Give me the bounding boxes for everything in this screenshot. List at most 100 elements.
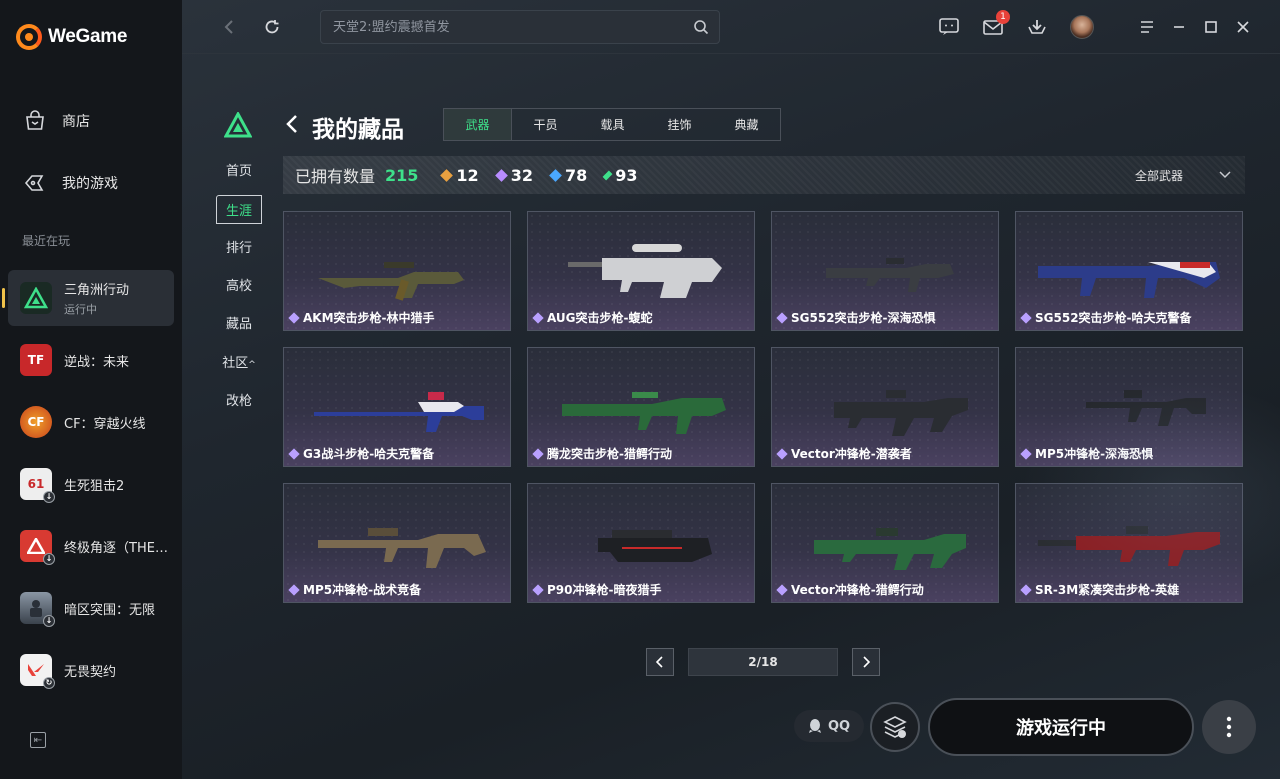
weapon-card[interactable]: P90冲锋枪-暗夜猎手 <box>527 483 755 603</box>
subnav-community[interactable]: 社区^ <box>216 352 262 371</box>
rarity-icon <box>288 311 300 324</box>
stat-value: 93 <box>615 165 638 185</box>
weapon-card[interactable]: Vector冲锋枪-潜袭者 <box>771 347 999 467</box>
rifle-image <box>1038 526 1220 566</box>
crossfire-icon: CF <box>20 406 52 438</box>
weapon-name: SG552突击步枪-深海恐惧 <box>776 309 936 326</box>
rarity-icon <box>776 447 788 460</box>
nav-my-games[interactable]: 我的游戏 <box>22 170 118 196</box>
stat-value: 32 <box>510 165 533 185</box>
weapon-card[interactable]: Vector冲锋枪-猎鳄行动 <box>771 483 999 603</box>
weapon-filter-dropdown[interactable]: 全部武器 <box>1135 156 1231 194</box>
delta-force-icon <box>20 282 52 314</box>
game-name: 逆战：未来 <box>64 354 130 370</box>
recent-game-shengsi[interactable]: 61 ↓ 生死狙击2 <box>8 456 174 512</box>
weapon-card[interactable]: AKM突击步枪-林中猎手 <box>283 211 511 331</box>
weapon-name-text: SR-3M紧凑突击步枪-英雄 <box>1035 583 1180 597</box>
wegame-logo[interactable]: WeGame <box>16 24 127 50</box>
recent-game-delta-force[interactable]: 三角洲行动 运行中 <box>2 270 174 326</box>
top-bar: 1 <box>182 0 1280 54</box>
mail-icon[interactable]: 1 <box>980 10 1010 40</box>
weapon-card[interactable]: SG552突击步枪-哈夫克警备 <box>1015 211 1243 331</box>
weapon-name-text: MP5冲锋枪-深海恐惧 <box>1035 447 1154 461</box>
maximize-icon[interactable] <box>1198 14 1224 40</box>
game-name: 无畏契约 <box>64 664 117 680</box>
weapon-card[interactable]: G3战斗步枪-哈夫克警备 <box>283 347 511 467</box>
search-input[interactable] <box>333 19 683 35</box>
tab-charms[interactable]: 挂饰 <box>646 109 713 140</box>
recent-game-valorant[interactable]: ↻ 无畏契约 <box>8 642 174 698</box>
tab-collection[interactable]: 典藏 <box>713 109 780 140</box>
wegame-logo-icon <box>16 24 42 50</box>
weapon-card[interactable]: MP5冲锋枪-战术竞备 <box>283 483 511 603</box>
subnav-college[interactable]: 高校 <box>216 275 262 294</box>
owned-label: 已拥有数量 <box>295 167 376 186</box>
qq-label: QQ <box>827 718 851 734</box>
game-name: 暗区突围：无限 <box>64 602 156 618</box>
weapon-card[interactable]: 腾龙突击步枪-猎鳄行动 <box>527 347 755 467</box>
weapon-name-text: Vector冲锋枪-猎鳄行动 <box>791 583 924 597</box>
filter-label: 全部武器 <box>1134 168 1183 183</box>
prev-page-button[interactable] <box>646 648 674 676</box>
user-avatar[interactable] <box>1070 15 1094 39</box>
weapon-name-text: AUG突击步枪-蝮蛇 <box>547 311 653 325</box>
game-name: 三角洲行动 <box>64 283 130 298</box>
category-tabs: 武器 干员 载具 挂饰 典藏 <box>443 108 781 141</box>
chat-icon[interactable] <box>936 14 962 40</box>
subnav-home[interactable]: 首页 <box>216 160 262 179</box>
close-icon[interactable] <box>1230 14 1256 40</box>
game-status: 运行中 <box>64 303 97 316</box>
subnav-career[interactable]: 生涯 <box>216 195 262 224</box>
game-running-button[interactable]: 游戏运行中 <box>928 698 1194 756</box>
pagination: 2/18 <box>646 648 880 676</box>
rarity-icon <box>532 311 544 324</box>
collapse-sidebar-icon[interactable]: ⇤ <box>30 732 46 748</box>
recent-game-nizhan[interactable]: TF 逆战：未来 <box>8 332 174 388</box>
smg-image <box>318 528 486 568</box>
arena-breakout-icon: ↓ <box>20 592 55 627</box>
back-chevron-icon[interactable] <box>286 114 298 140</box>
search-box[interactable] <box>320 10 720 44</box>
weapon-name: G3战斗步枪-哈夫克警备 <box>288 445 434 462</box>
search-icon[interactable] <box>693 19 709 39</box>
menu-icon[interactable] <box>1134 14 1160 40</box>
weapon-card[interactable]: SR-3M紧凑突击步枪-英雄 <box>1015 483 1243 603</box>
weapon-card[interactable]: AUG突击步枪-蝮蛇 <box>527 211 755 331</box>
next-page-button[interactable] <box>852 648 880 676</box>
layers-button[interactable] <box>870 702 920 752</box>
stat-green: 93 <box>602 165 638 185</box>
weapon-name: SR-3M紧凑突击步枪-英雄 <box>1020 581 1180 598</box>
tab-operators[interactable]: 干员 <box>512 109 579 140</box>
weapon-card[interactable]: SG552突击步枪-深海恐惧 <box>771 211 999 331</box>
tab-weapons[interactable]: 武器 <box>444 109 512 140</box>
download-icon: ↓ <box>43 553 55 565</box>
recent-game-arena-breakout[interactable]: ↓ 暗区突围：无限 <box>8 580 174 636</box>
stats-bar: 已拥有数量 215 12 32 78 93 全部武器 <box>283 156 1245 194</box>
weapon-name: AKM突击步枪-林中猎手 <box>288 309 435 326</box>
minimize-icon[interactable] <box>1166 14 1192 40</box>
weapon-card[interactable]: MP5冲锋枪-深海恐惧 <box>1015 347 1243 467</box>
tab-vehicles[interactable]: 载具 <box>579 109 646 140</box>
subnav-gunsmith[interactable]: 改枪 <box>216 390 262 409</box>
subnav-collection[interactable]: 藏品 <box>216 313 262 332</box>
qq-button[interactable]: QQ <box>794 710 864 742</box>
rifle-image <box>318 262 464 301</box>
owned-total: 215 <box>385 165 419 185</box>
weapon-name: P90冲锋枪-暗夜猎手 <box>532 581 661 598</box>
weapon-name-text: Vector冲锋枪-潜袭者 <box>791 447 912 461</box>
back-arrow-icon[interactable] <box>216 14 242 40</box>
nav-store[interactable]: 商店 <box>22 108 90 134</box>
shengsi-icon: 61 ↓ <box>20 468 55 503</box>
recent-game-crossfire[interactable]: CF CF：穿越火线 <box>8 394 174 450</box>
more-options-icon[interactable] <box>1202 700 1256 754</box>
rifle-image <box>314 392 484 432</box>
download-manager-icon[interactable] <box>1024 14 1050 40</box>
recent-game-the-finals[interactable]: ↓ 终极角逐（THE FINALS） <box>8 518 174 574</box>
smg-image <box>814 528 966 570</box>
nav-store-label: 商店 <box>62 114 90 130</box>
subnav-ranking[interactable]: 排行 <box>216 237 262 256</box>
rarity-orange-icon <box>440 168 454 182</box>
page-indicator: 2/18 <box>688 648 838 676</box>
refresh-icon[interactable] <box>259 14 285 40</box>
rarity-green-icon <box>602 170 613 180</box>
